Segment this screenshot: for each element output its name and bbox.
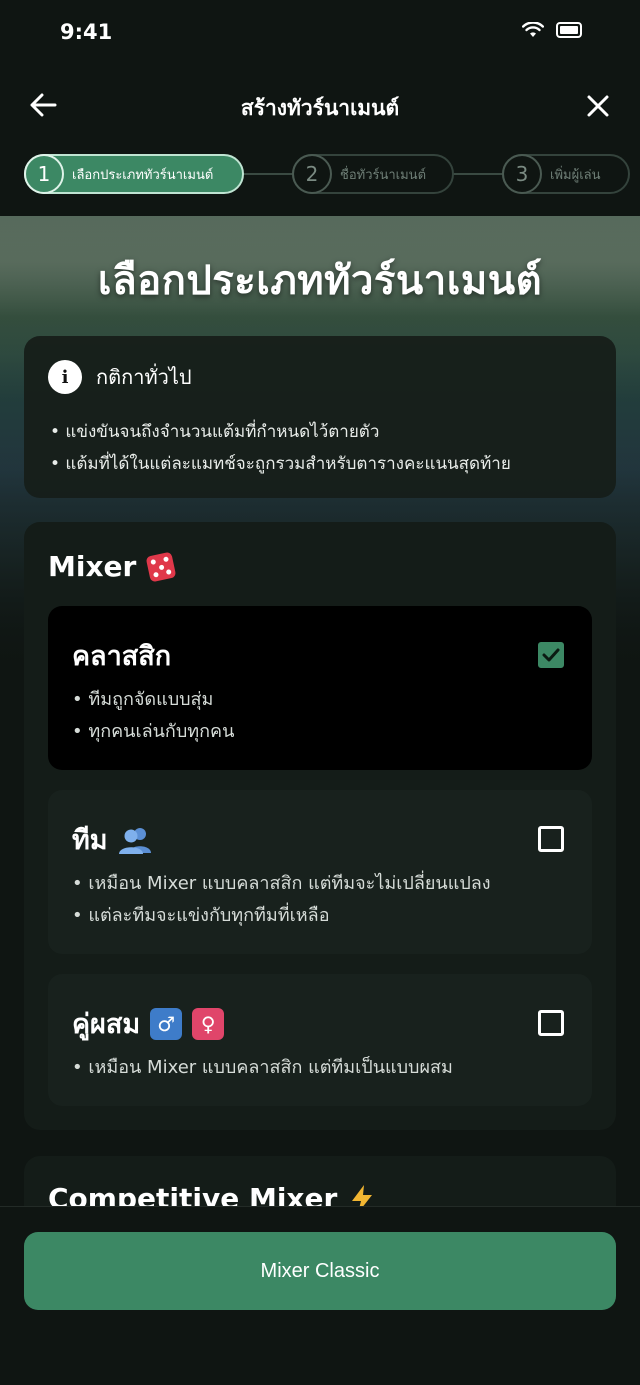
lightning-icon [352,1184,373,1206]
section-title-text: Mixer [48,550,137,583]
option-bullet: • ทีมถูกจัดแบบสุ่ม [72,689,214,710]
option-classic[interactable]: คลาสสิก • ทีมถูกจัดแบบสุ่ม • ทุกคนเล่นกั… [48,606,592,770]
option-title-row: คู่ผสม ♂ ♀ [72,1002,225,1045]
option-description: • เหมือน Mixer แบบคลาสสิก แต่ทีมเป็นแบบผ… [72,1052,453,1084]
header: สร้างทัวร์นาเมนต์ [0,76,640,138]
bottom-bar: Mixer Classic [0,1206,640,1385]
competitive-section-title: Competitive Mixer [48,1182,375,1206]
option-title-row: ทีม [72,818,152,861]
step-connector [242,173,294,175]
step-number: 3 [502,154,542,194]
option-title: คลาสสิก [72,641,172,672]
general-rules-card: i กติกาทั่วไป • แข่งขันจนถึงจำนวนแต้มที่… [24,336,616,498]
step-1[interactable]: 1 เลือกประเภททัวร์นาเมนต์ [24,154,244,194]
option-bullet: • เหมือน Mixer แบบคลาสสิก แต่ทีมจะไม่เปล… [72,873,491,894]
rules-list: • แข่งขันจนถึงจำนวนแต้มที่กำหนดไว้ตายตัว… [50,416,511,480]
option-description: • เหมือน Mixer แบบคลาสสิก แต่ทีมจะไม่เปล… [72,868,491,932]
option-team[interactable]: ทีม • เหมือน Mixer แบบคลาสสิก แต่ทีมจะไม… [48,790,592,954]
option-bullet: • ทุกคนเล่นกับทุกคน [72,721,235,742]
battery-icon [556,22,582,38]
info-icon: i [48,360,82,394]
dice-icon [145,551,177,582]
page-title: สร้างทัวร์นาเมนต์ [240,96,400,120]
checkbox-unchecked-icon[interactable] [538,1010,564,1036]
step-number: 1 [24,154,64,194]
close-icon[interactable] [578,86,618,126]
status-time: 9:41 [60,20,113,44]
step-2[interactable]: 2 ชื่อทัวร์นาเมนต์ [292,154,454,194]
status-icons [522,22,582,38]
rules-item: • แต้มที่ได้ในแต่ละแมทช์จะถูกรวมสำหรับตา… [50,454,511,474]
tournament-type-list[interactable]: Mixer คลาสสิก • ทีมถูกจัดแบบสุ่ม • ทุกคน… [0,522,640,1206]
option-description: • ทีมถูกจัดแบบสุ่ม • ทุกคนเล่นกับทุกคน [72,684,234,748]
male-sign-icon: ♂ [150,1007,183,1040]
step-3[interactable]: 3 เพิ่มผู้เล่น [502,154,630,194]
stepper: 1 เลือกประเภททัวร์นาเมนต์ 2 ชื่อทัวร์นาเ… [0,150,640,198]
status-bar: 9:41 [0,0,640,66]
wifi-icon [522,22,544,37]
step-label: เลือกประเภททัวร์นาเมนต์ [72,167,214,183]
hero-title: เลือกประเภททัวร์นาเมนต์ [97,258,543,304]
step-label: ชื่อทัวร์นาเมนต์ [340,167,427,183]
rules-header: i กติกาทั่วไป [48,360,192,394]
option-bullet: • แต่ละทีมจะแข่งกับทุกทีมที่เหลือ [72,905,330,926]
step-connector [452,173,504,175]
section-title-text: Competitive Mixer [48,1182,338,1206]
people-icon [118,827,151,854]
step-number: 2 [292,154,332,194]
option-title: คู่ผสม [72,1009,141,1040]
mixer-section: Mixer คลาสสิก • ทีมถูกจัดแบบสุ่ม • ทุกคน… [24,522,616,1130]
checkbox-checked-icon[interactable] [538,642,564,668]
option-mixed-pairs[interactable]: คู่ผสม ♂ ♀ • เหมือน Mixer แบบคลาสสิก แต่… [48,974,592,1106]
option-title: ทีม [72,825,108,856]
step-label: เพิ่มผู้เล่น [550,167,601,183]
checkbox-unchecked-icon[interactable] [538,826,564,852]
competitive-mixer-section: Competitive Mixer [24,1156,616,1206]
female-sign-icon: ♀ [192,1007,225,1040]
option-bullet: • เหมือน Mixer แบบคลาสสิก แต่ทีมเป็นแบบผ… [72,1057,453,1078]
rules-item: • แข่งขันจนถึงจำนวนแต้มที่กำหนดไว้ตายตัว [50,422,380,442]
continue-button[interactable]: Mixer Classic [24,1232,616,1310]
mixer-section-title: Mixer [48,550,177,583]
rules-title: กติกาทั่วไป [96,365,192,389]
